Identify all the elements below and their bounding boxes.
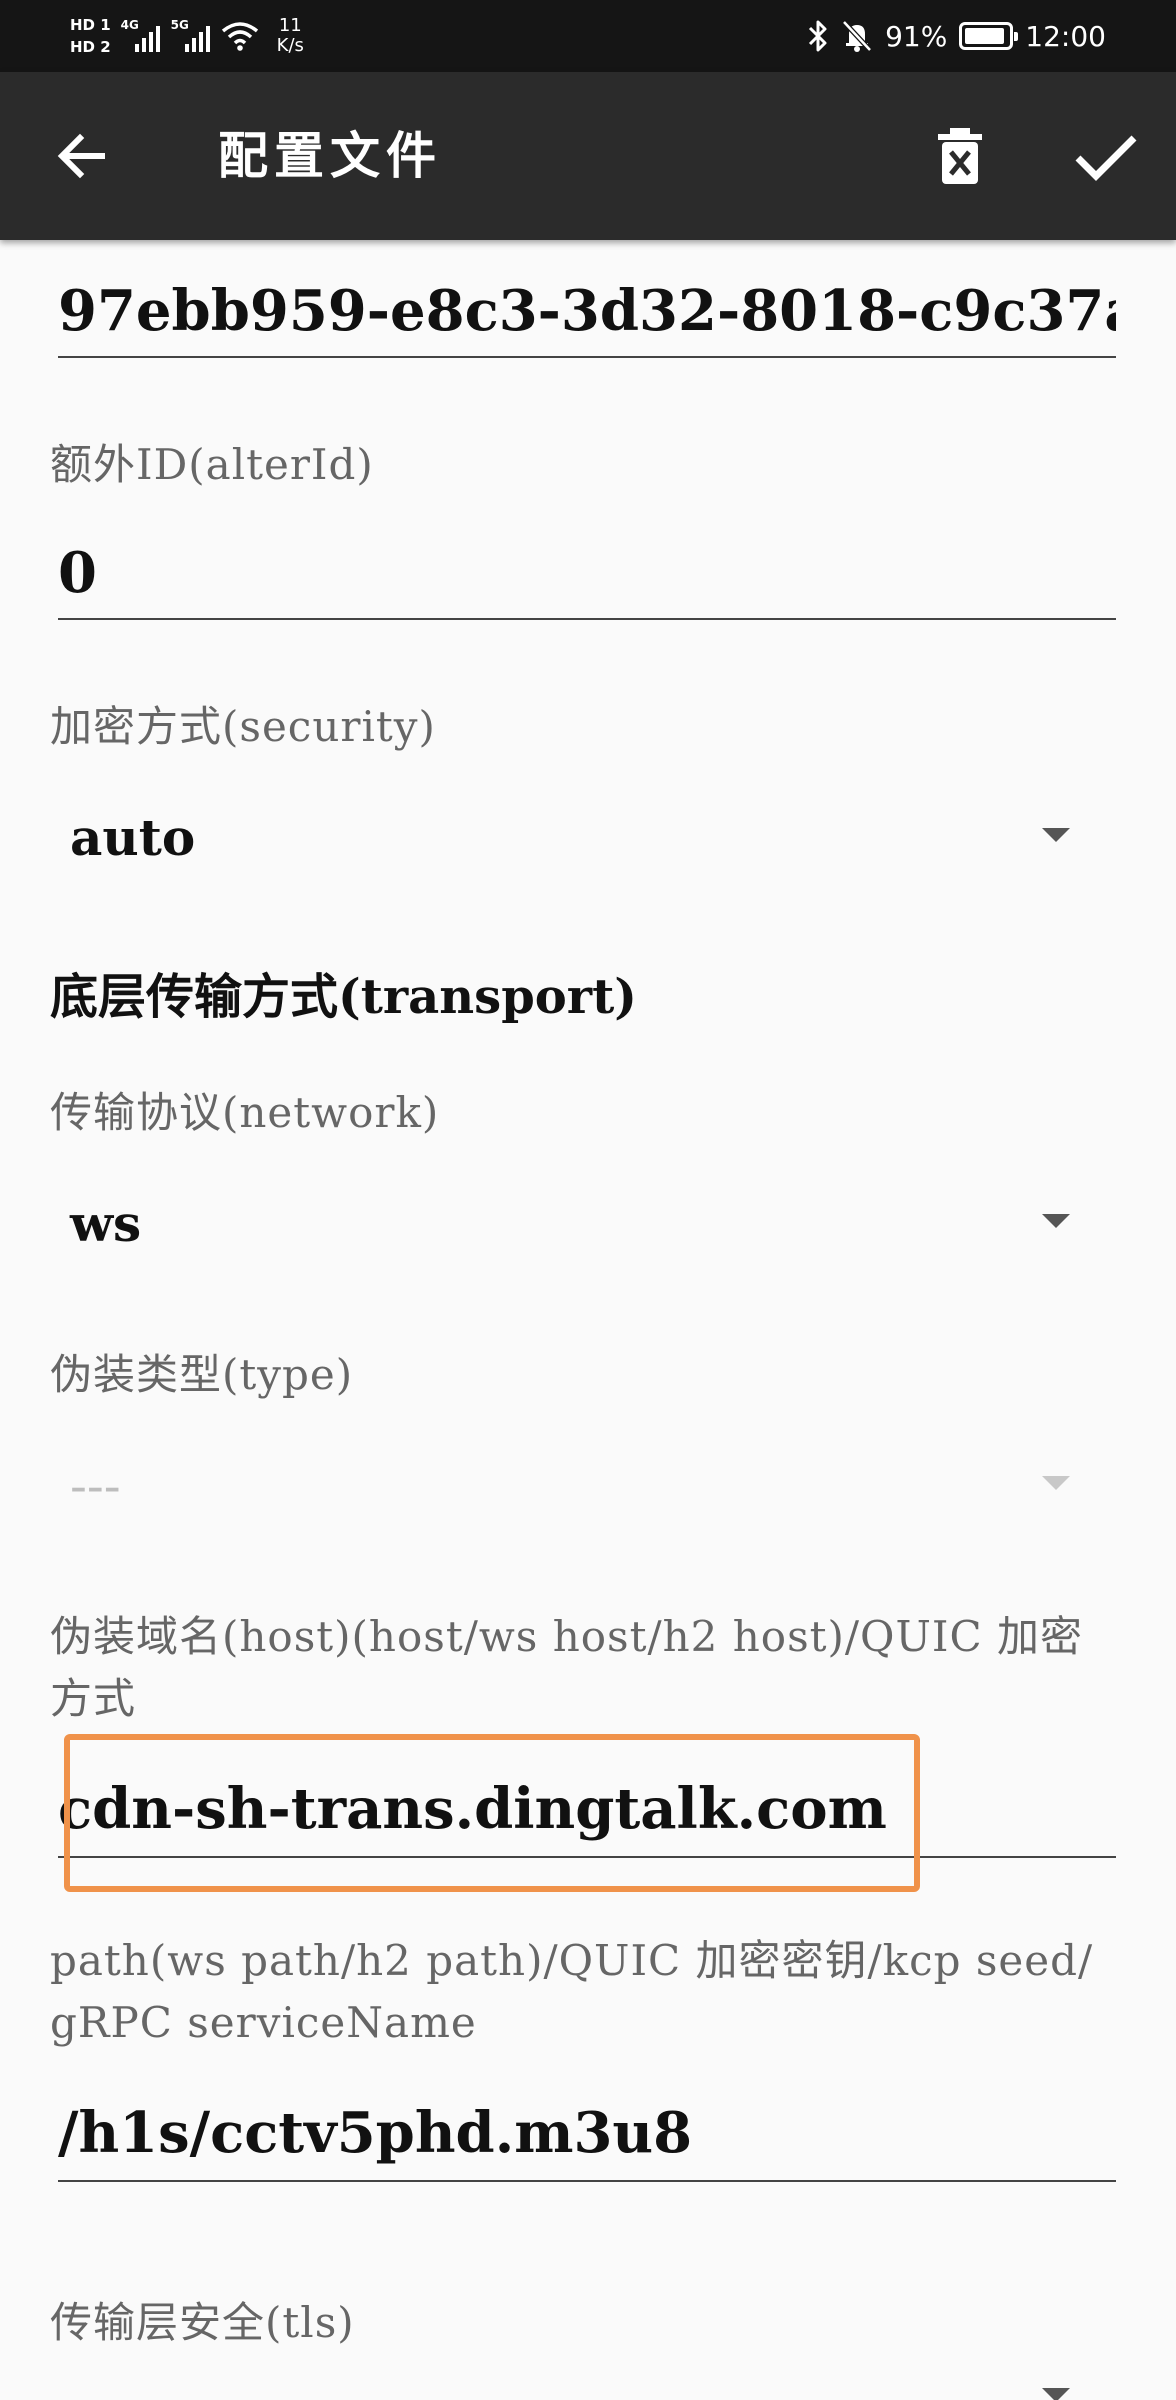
status-left: HD 1 HD 2 4G 5G 11 K/s [70,8,304,64]
battery-percent: 91% [885,19,948,53]
network-select[interactable]: ws [70,1192,141,1256]
network-label: 传输协议(network) [50,1088,440,1137]
speed-unit: K/s [276,35,304,56]
delete-icon[interactable] [930,124,990,188]
tls-label: 传输层安全(tls) [50,2298,355,2347]
bell-muted-icon [842,20,872,52]
bluetooth-icon [809,20,827,52]
host-label-line1: 伪装域名(host)(host/ws host/h2 host)/QUIC 加密 [50,1612,1083,1661]
transport-section-title: 底层传输方式(transport) [50,969,637,1025]
path-label: path(ws path/h2 path)/QUIC 加密密钥/kcp seed… [50,1930,1150,2054]
type-select: --- [70,1457,121,1515]
network-speed: 11 K/s [277,16,304,56]
arrow-back-icon[interactable] [52,124,116,188]
alter-id-underline [58,618,1116,620]
chevron-down-icon [1042,1476,1070,1490]
sim2-indicator: HD 2 [70,38,111,56]
chevron-down-icon[interactable] [1038,1212,1074,1232]
wifi-icon [221,22,258,51]
battery-icon [959,22,1019,50]
app-bar: 配置文件 [0,72,1176,240]
profile-form: 97ebb959-e8c3-3d32-8018-c9c37a165c74 额外I… [0,240,1176,2400]
check-icon[interactable] [1070,124,1140,188]
host-label: 伪装域名(host)(host/ws host/h2 host)/QUIC 加密… [50,1606,1140,1730]
host-label-line2: 方式 [50,1674,137,1723]
chevron-down-icon[interactable] [1038,2386,1074,2400]
path-input[interactable]: /h1s/cctv5phd.m3u8 [58,2098,692,2168]
battery-fill [965,28,1004,44]
signal-4g-icon: 4G [121,18,161,54]
type-label: 伪装类型(type) [50,1350,354,1399]
chevron-down-icon[interactable] [1038,826,1074,846]
clock: 12:00 [1025,19,1106,53]
path-label-line2: gRPC serviceName [50,1998,477,2047]
page-title: 配置文件 [218,126,442,185]
speed-value: 11 [278,15,302,36]
security-label: 加密方式(security) [50,702,436,751]
user-id-input[interactable]: 97ebb959-e8c3-3d32-8018-c9c37a165c74 [58,276,1116,346]
alter-id-label: 额外ID(alterId) [50,440,374,489]
sim-indicators: HD 1 HD 2 [70,16,111,56]
signal-5g-icon: 5G [171,18,211,54]
status-right: 91% 12:00 [807,16,1106,56]
path-underline [58,2180,1116,2182]
status-bar: HD 1 HD 2 4G 5G 11 K/s 91% 12:00 [0,0,1176,72]
highlight-box [64,1734,920,1892]
security-select[interactable]: auto [70,806,195,870]
alter-id-input[interactable]: 0 [58,538,97,608]
user-id-underline [58,356,1116,358]
sim1-indicator: HD 1 [70,16,111,34]
path-label-line1: path(ws path/h2 path)/QUIC 加密密钥/kcp seed… [50,1936,1094,1985]
